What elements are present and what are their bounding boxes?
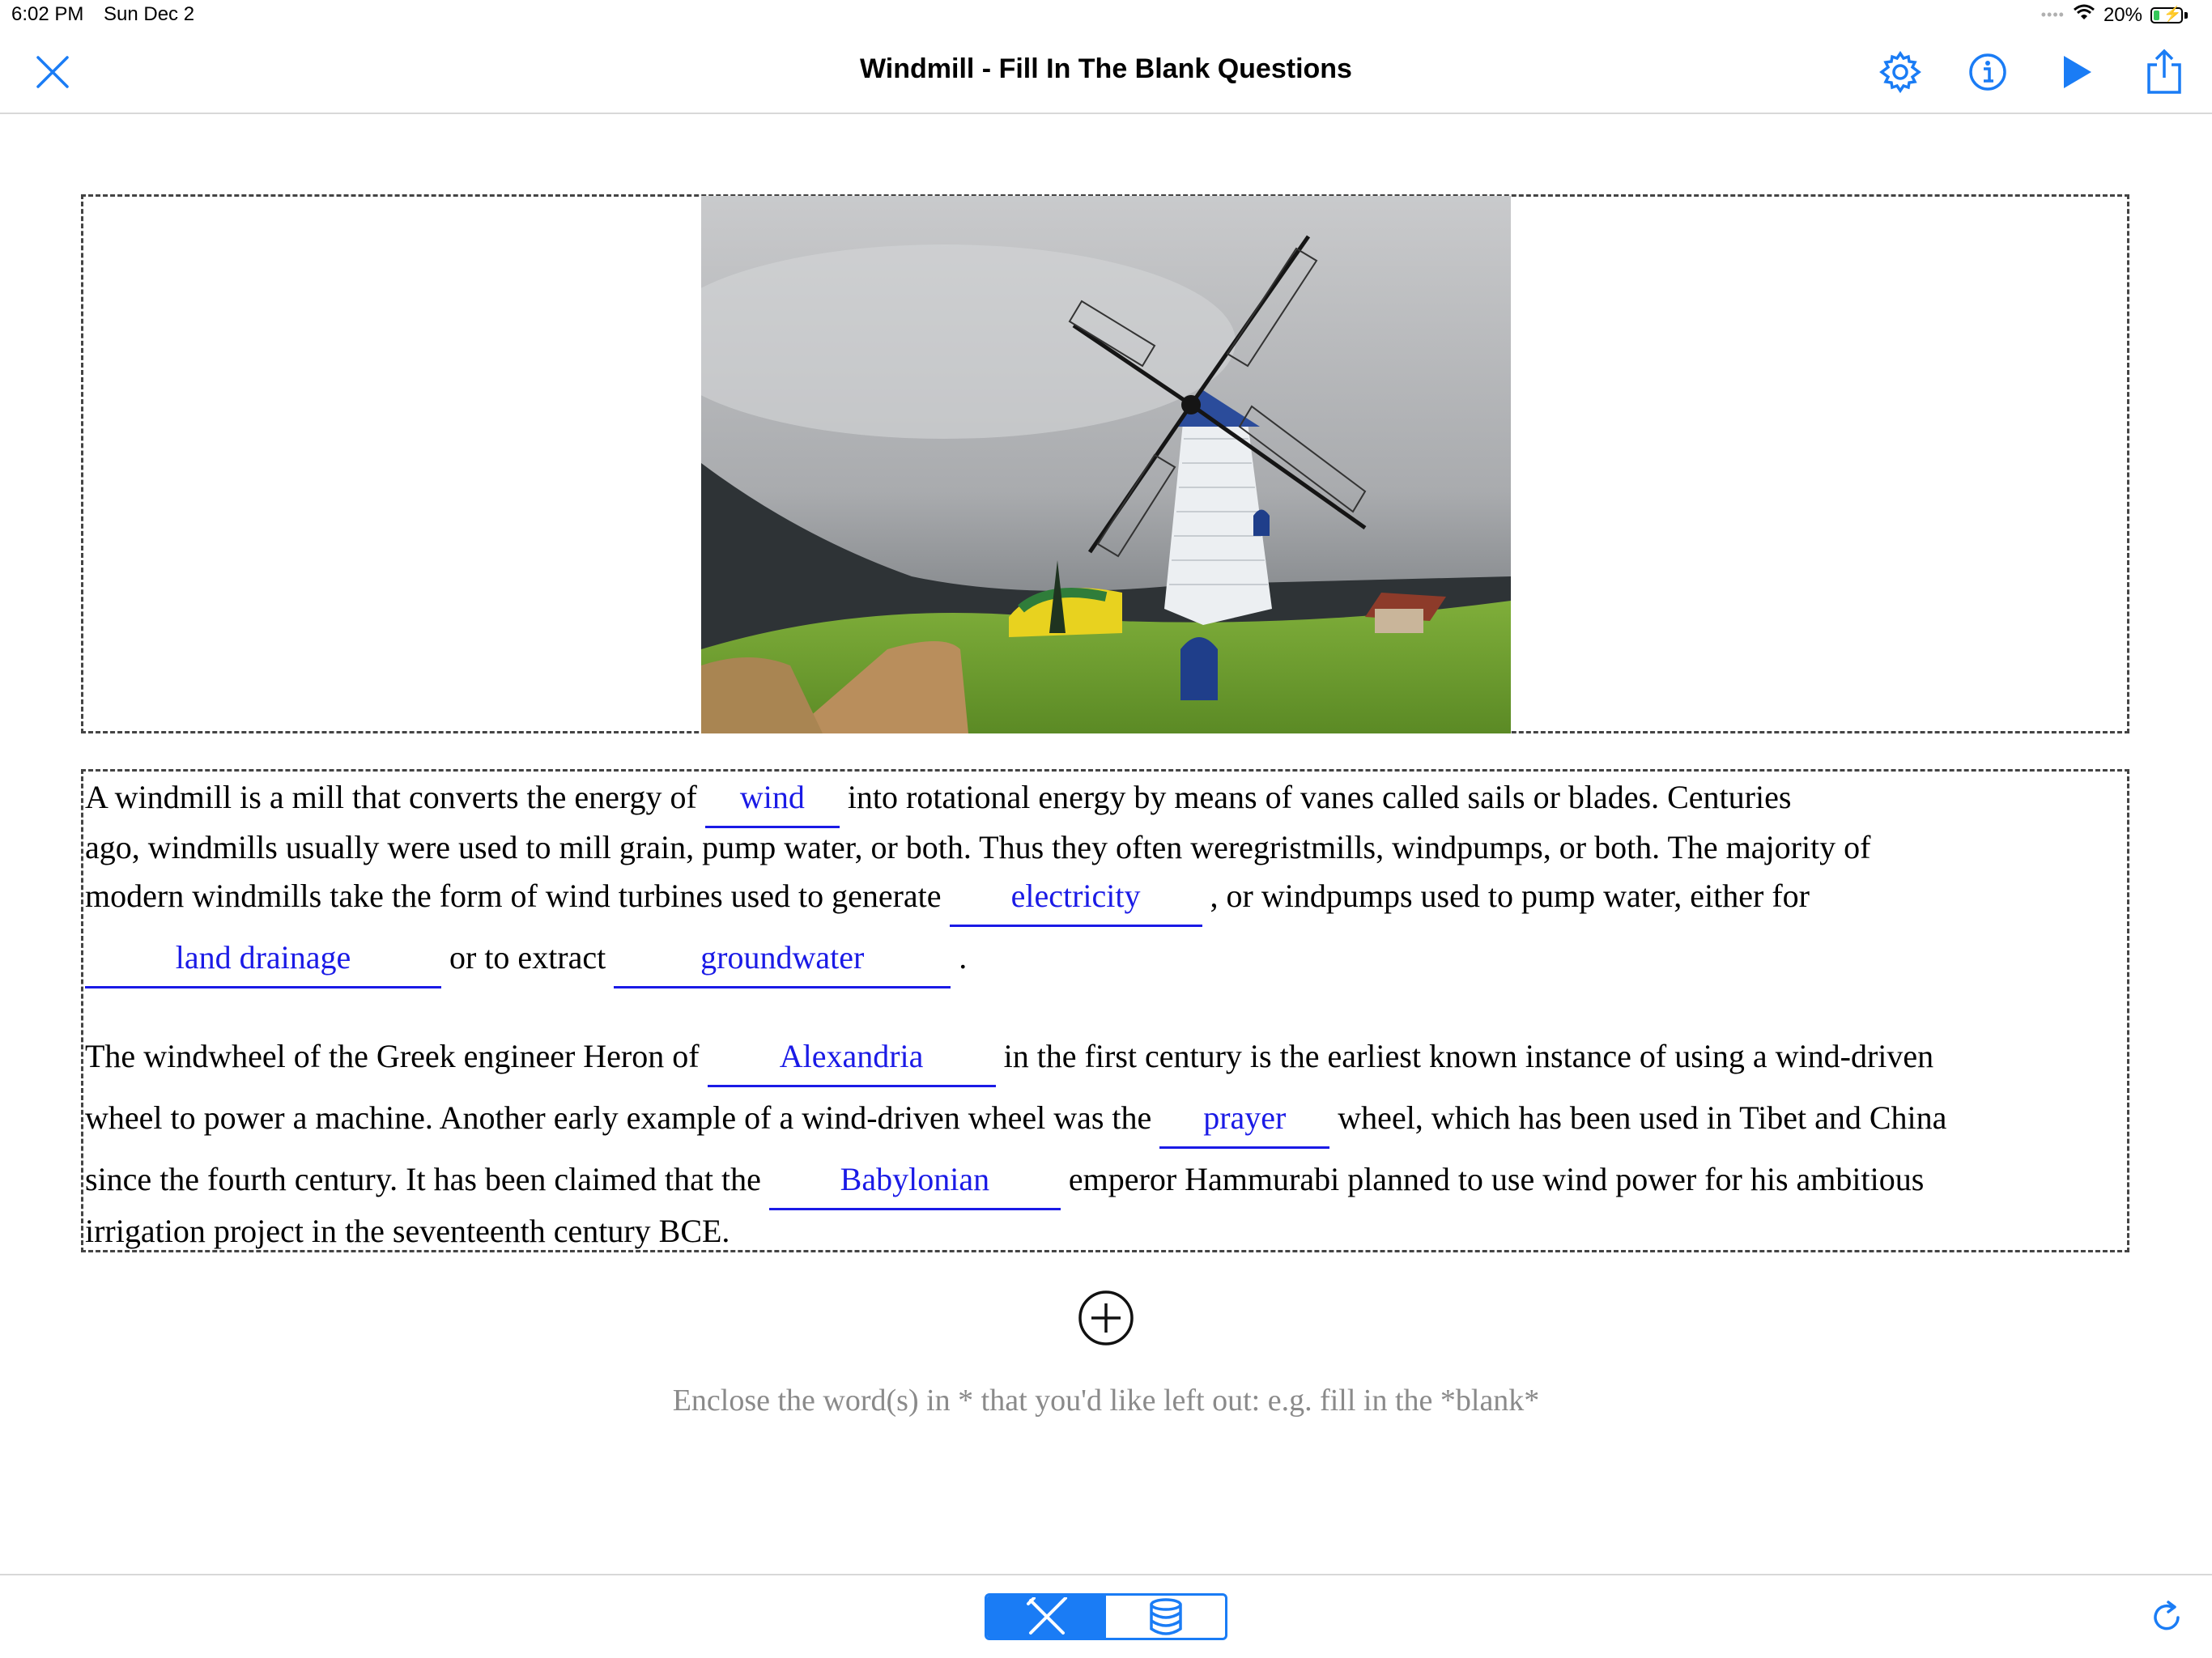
blank-answer[interactable]: Alexandria xyxy=(707,1037,996,1087)
passage-text: in the first century is the earliest kno… xyxy=(1003,1038,1934,1074)
passage-text: , or windpumps used to pump water, eithe… xyxy=(1210,878,1810,914)
blank-answer[interactable]: land drainage xyxy=(85,938,441,988)
passage-text: ago, windmills usually were used to mill… xyxy=(85,829,1871,865)
hint-text: Enclose the word(s) in * that you'd like… xyxy=(672,1384,1540,1418)
status-date: Sun Dec 2 xyxy=(104,3,195,25)
signal-icon: •••• xyxy=(2040,6,2065,23)
blank-answer[interactable]: wind xyxy=(704,778,840,828)
blank-answer[interactable]: prayer xyxy=(1159,1099,1330,1149)
refresh-icon[interactable] xyxy=(2142,1593,2191,1642)
blank-answer[interactable]: groundwater xyxy=(614,938,951,988)
gear-icon[interactable] xyxy=(1872,44,1929,100)
mode-segmented-control[interactable] xyxy=(985,1593,1227,1640)
passage-text: A windmill is a mill that converts the e… xyxy=(85,779,697,815)
blank-answer[interactable]: electricity xyxy=(949,877,1202,927)
play-icon[interactable] xyxy=(2048,44,2105,100)
share-icon[interactable] xyxy=(2136,44,2193,100)
add-block-button[interactable] xyxy=(1077,1289,1135,1347)
blank-answer[interactable]: Babylonian xyxy=(768,1160,1061,1210)
passage-block[interactable]: A windmill is a mill that converts the e… xyxy=(81,769,2129,1252)
passage-text: irrigation project in the seventeenth ce… xyxy=(85,1213,730,1249)
passage-text: modern windmills take the form of wind t… xyxy=(85,878,942,914)
tools-icon[interactable] xyxy=(987,1596,1106,1638)
status-time: 6:02 PM xyxy=(11,3,84,25)
passage-text: emperor Hammurabi planned to use wind po… xyxy=(1068,1161,1925,1197)
passage-text: into rotational energy by means of vanes… xyxy=(847,779,1792,815)
passage-text: since the fourth century. It has been cl… xyxy=(85,1161,761,1197)
info-icon[interactable] xyxy=(1959,44,2016,100)
battery-cap xyxy=(2184,11,2188,19)
status-indicators: •••• 20% ⚡ xyxy=(2041,3,2188,27)
passage-text: . xyxy=(959,939,968,976)
passage-text: or to extract xyxy=(449,939,606,976)
passage-text: wheel to power a machine. Another early … xyxy=(85,1099,1152,1136)
passage-text: wheel, which has been used in Tibet and … xyxy=(1338,1099,1947,1136)
nav-divider xyxy=(0,113,2212,114)
windmill-photo xyxy=(701,196,1511,733)
wifi-icon xyxy=(2073,3,2095,27)
database-icon[interactable] xyxy=(1106,1596,1225,1638)
battery-percent: 20% xyxy=(2103,3,2142,26)
passage-text: The windwheel of the Greek engineer Hero… xyxy=(85,1038,700,1074)
battery-icon: ⚡ xyxy=(2150,6,2183,23)
toolbar-divider xyxy=(0,1574,2212,1575)
